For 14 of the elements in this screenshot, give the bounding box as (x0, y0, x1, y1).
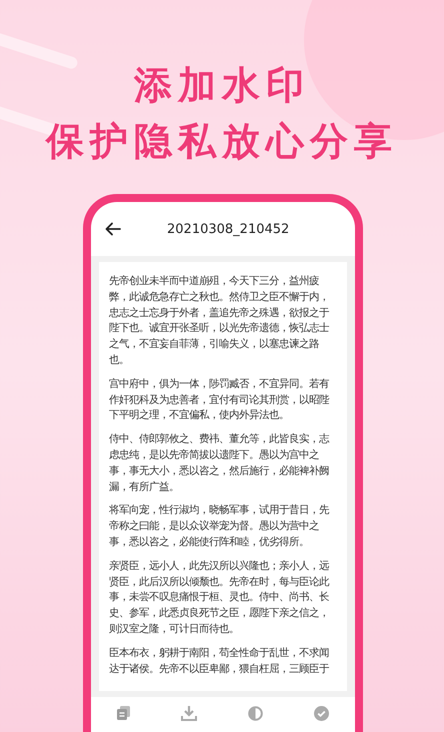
document-paragraph: 亲贤臣，远小人，此先汉所以兴隆也；亲小人，远贤臣，此后汉所以倾颓也。先帝在时，每与臣论此事，未尝不叹息痛恨于桓、灵也。侍中、尚书、长史、参军，此悉贞良死节之臣，愿陛下亲之信之，则汉室之隆，可计日而待也。 (109, 558, 330, 637)
back-arrow-icon[interactable] (105, 222, 121, 236)
check-circle-icon[interactable] (314, 706, 330, 721)
download-icon[interactable] (180, 706, 197, 721)
document-paragraph: 先帝创业未半而中道崩殂，今天下三分，益州疲弊，此诚危急存亡之秋也。然侍卫之臣不懈于内，忠志之士忘身于外者，盖追先帝之殊遇，欲报之于陛下也。诚宜开张圣听，以光先帝遗德，恢弘志士之气，不宜妄自菲薄，引喻失义，以塞忠谏之路也。 (109, 274, 330, 368)
document-paragraph: 将军向宠，性行淑均，晓畅军事，试用于昔日，先帝称之曰能，是以众议举宠为督。愚以为营中之事，悉以咨之，必能使行阵和睦，优劣得所。 (109, 503, 330, 550)
copy-icon[interactable] (116, 706, 130, 720)
contrast-icon[interactable] (248, 706, 264, 721)
headline-text: 添加水印 (134, 64, 310, 106)
document-paragraph: 臣本布衣，躬耕于南阳，苟全性命于乱世，不求闻达于诸侯。先帝不以臣卑鄙，猥自枉屈，三顾臣于 (109, 646, 330, 677)
headline-text: 保护隐私放心分享 (46, 120, 398, 162)
document-paragraph: 宫中府中，俱为一体，陟罚臧否，不宜异同。若有作奸犯科及为忠善者，宜付有司论其刑赏，以昭陛下平明之理，不宜偏私，使内外异法也。 (109, 376, 330, 424)
document-paragraph: 侍中、侍郎郭攸之、费祎、董允等，此皆良实，志虑忠纯，是以先帝简拔以遗陛下。愚以为宫中之事，事无大小，悉以咨之，然后施行，必能裨补阙漏，有所广益。 (109, 432, 330, 495)
document-title: 20210308_210452 (167, 222, 290, 236)
